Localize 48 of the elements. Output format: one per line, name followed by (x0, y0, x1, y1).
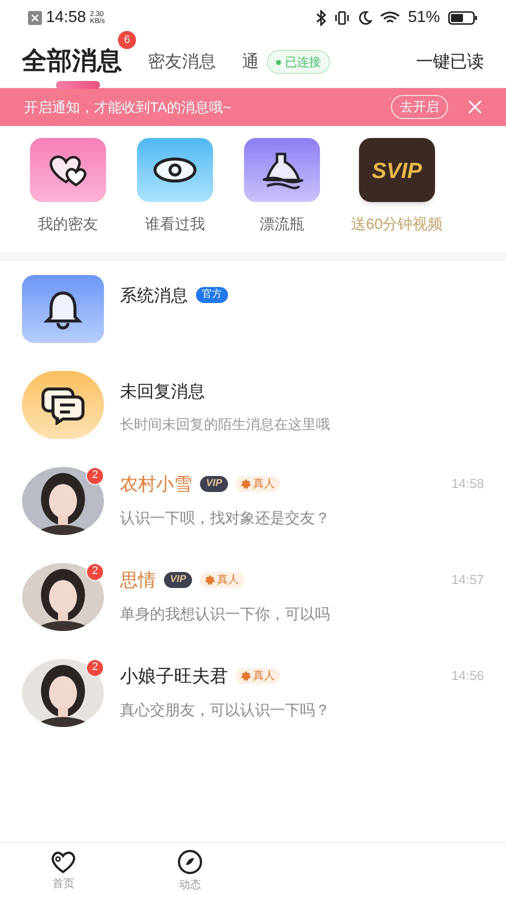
bottle-icon[interactable] (244, 138, 320, 202)
message-preview: 真心交朋友，可以认识一下吗？ (120, 700, 331, 720)
moon-icon (358, 11, 372, 25)
item-title[interactable]: 系统消息 (120, 282, 188, 308)
wifi-icon (380, 11, 400, 25)
eye-icon[interactable] (137, 138, 213, 202)
clock: 14:58 (46, 8, 86, 28)
message-preview: 单身的我想认识一下你，可以吗 (120, 604, 331, 624)
verified-badge-icon (241, 479, 252, 489)
close-icon[interactable] (468, 100, 482, 114)
vibrate-icon (334, 11, 350, 25)
verified-label: 真人 (253, 477, 276, 492)
verified-badge-icon (205, 575, 216, 585)
unread-badge: 2 (86, 562, 104, 580)
heart-icon[interactable] (49, 850, 78, 874)
item-title[interactable]: 未回复消息 (120, 378, 205, 404)
message-tab[interactable]: 密友消息 (148, 49, 216, 74)
notification-icon (28, 11, 42, 25)
battery-level: 51% (408, 8, 440, 28)
message-preview: 认识一下呗，找对象还是交友？ (120, 508, 331, 528)
contact-name[interactable]: 小娘子旺夫君 (120, 662, 228, 690)
connection-status: 已连接 (267, 50, 330, 74)
unread-badge: 6 (118, 31, 136, 50)
battery-icon (448, 11, 478, 25)
compass-icon[interactable] (176, 849, 203, 876)
bell-icon[interactable] (22, 274, 104, 342)
vip-tag: VIP (200, 476, 228, 492)
hearts-icon[interactable] (30, 138, 106, 202)
unread-badge: 2 (86, 658, 104, 676)
vip-tag: VIP (164, 572, 192, 588)
official-tag: 官方 (196, 287, 228, 304)
banner-text: 开启通知，才能收到TA的消息哦~ (24, 98, 232, 116)
verified-label: 真人 (217, 573, 240, 588)
message-time: 14:56 (451, 667, 484, 686)
verified-badge-icon (241, 671, 251, 681)
shortcut-label[interactable]: 漂流瓶 (260, 214, 304, 236)
message-time: 14:57 (451, 571, 484, 590)
active-tab-indicator (56, 80, 100, 89)
item-subtitle: 长时间未回复的陌生消息在这里哦 (120, 415, 330, 434)
shortcut-label[interactable]: 谁看过我 (145, 214, 205, 236)
mark-all-read-button[interactable]: 一键已读 (416, 49, 484, 75)
message-tab[interactable]: 通 (242, 49, 259, 74)
svip-logo[interactable]: SVIP (358, 138, 435, 202)
unread-badge: 2 (86, 466, 104, 484)
shortcut-label[interactable]: 我的密友 (38, 214, 98, 236)
verified-label: 真人 (253, 669, 275, 684)
message-time: 14:58 (451, 475, 484, 494)
bluetooth-icon (316, 10, 326, 26)
